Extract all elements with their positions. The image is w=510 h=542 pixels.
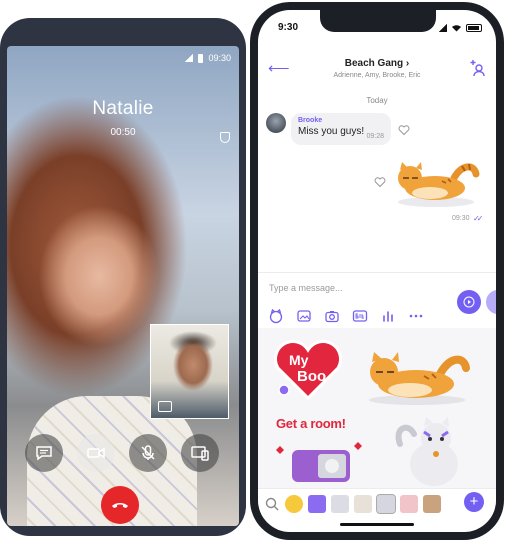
switch-screen-button[interactable]: [181, 434, 219, 472]
self-video-preview[interactable]: [150, 324, 229, 419]
emoji-pack-icon[interactable]: [285, 494, 303, 513]
sticker-pack-item[interactable]: [354, 494, 372, 513]
sticker-get-a-room-text: Get a room!: [276, 416, 346, 431]
sticker-pack-item[interactable]: [423, 494, 441, 513]
message-button[interactable]: [25, 434, 63, 472]
video-camera-icon: [87, 447, 105, 459]
pet-carrier-illustration: [276, 442, 362, 482]
shield-icon: [220, 132, 230, 143]
sticker-panel: My Boo Get a room!: [258, 328, 496, 488]
message-toolbar: [268, 308, 424, 324]
add-participant-icon[interactable]: [470, 59, 486, 77]
like-heart-icon[interactable]: [374, 176, 386, 188]
hang-up-icon: [112, 503, 128, 508]
microphone-off-icon: [141, 445, 155, 460]
end-call-button[interactable]: [101, 486, 139, 524]
camera-icon[interactable]: [324, 308, 340, 324]
screen-transfer-icon: [191, 446, 209, 461]
play-icon: [463, 296, 475, 308]
status-time: 9:30: [278, 22, 299, 33]
read-receipt-icon: ✓✓: [473, 214, 484, 223]
sticker-my-text: My: [289, 352, 309, 368]
status-bar: 9:30: [278, 22, 482, 33]
wifi-icon: [452, 24, 461, 31]
message-input[interactable]: Type a message...: [269, 283, 343, 293]
like-heart-icon[interactable]: [398, 124, 410, 136]
chat-bubble-icon: [36, 446, 52, 461]
video-toggle-button[interactable]: [77, 434, 115, 472]
signal-icon: [439, 23, 447, 32]
add-sticker-pack-button[interactable]: +: [464, 492, 484, 512]
signal-icon: [185, 54, 194, 62]
sticker-white-cat[interactable]: [392, 414, 472, 488]
send-button[interactable]: [457, 290, 481, 314]
message-time: 09:28: [366, 133, 384, 140]
battery-icon: [198, 53, 204, 63]
caller-name: Natalie: [92, 98, 154, 119]
chat-phone: 9:30 ⟵ Beach Gang › Adrienne, Amy, Brook…: [250, 2, 504, 540]
sticker-get-a-room[interactable]: Get a room!: [272, 414, 372, 488]
mute-button[interactable]: [129, 434, 167, 472]
gif-image-icon[interactable]: [296, 308, 312, 324]
status-time: 09:30: [208, 53, 231, 63]
message-time: 09:30: [452, 215, 470, 222]
sticker-pack-tray: [258, 488, 496, 518]
home-indicator: [340, 523, 414, 526]
sticker-icon[interactable]: [268, 308, 284, 324]
chat-screen: 9:30 ⟵ Beach Gang › Adrienne, Amy, Brook…: [258, 10, 496, 532]
sticker-pack-item[interactable]: [308, 494, 326, 513]
switch-camera-icon[interactable]: [158, 401, 172, 412]
call-timer: 00:50: [110, 127, 136, 138]
sticker-pack-item[interactable]: [376, 493, 396, 514]
battery-icon: [466, 23, 482, 32]
group-members: Adrienne, Amy, Brooke, Eric: [333, 72, 421, 79]
video-call-phone: 09:30 Natalie 00:50: [0, 18, 246, 536]
sticker-my-boo[interactable]: My Boo: [272, 336, 344, 402]
avatar[interactable]: [266, 113, 286, 133]
message-sender: Brooke: [298, 117, 323, 124]
cat-sticker-message[interactable]: [390, 148, 480, 210]
sticker-pack-item[interactable]: [331, 494, 349, 513]
more-icon[interactable]: [408, 308, 424, 324]
sticker-lazy-cat[interactable]: [362, 342, 472, 408]
group-title[interactable]: Beach Gang ›: [258, 58, 496, 69]
gif-icon[interactable]: [352, 308, 368, 324]
video-call-screen: 09:30 Natalie 00:50: [7, 46, 239, 526]
sticker-boo-text: Boo: [297, 368, 327, 385]
poll-icon[interactable]: [380, 308, 396, 324]
incoming-message-bubble[interactable]: Brooke Miss you guys! 09:28: [291, 113, 391, 145]
date-separator: Today: [366, 96, 388, 105]
status-bar: 09:30: [185, 53, 231, 63]
sticker-pack-item[interactable]: [400, 494, 418, 513]
search-icon[interactable]: [264, 496, 280, 512]
chat-header: ⟵ Beach Gang › Adrienne, Amy, Brooke, Er…: [258, 55, 496, 85]
